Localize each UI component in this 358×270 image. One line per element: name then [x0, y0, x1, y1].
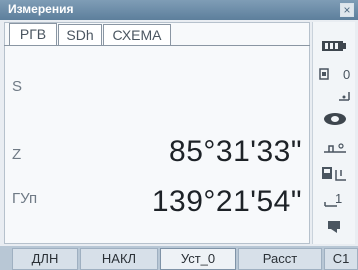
softkey-dln[interactable]: ДЛН [12, 248, 78, 270]
tab-label: СХЕМА [112, 27, 162, 43]
title-bar: Измерения × [0, 0, 358, 20]
softkey-rasst[interactable]: Расст [238, 248, 322, 270]
softkey-label: С1 [332, 251, 350, 266]
status-sidebar: 0 1 [312, 22, 355, 244]
softkey-label: Расст [262, 251, 298, 266]
compensator-icon [324, 143, 346, 153]
tilt-icon [339, 92, 350, 101]
tab-schema[interactable]: СХЕМА [103, 24, 171, 46]
softkey-label: Уст_0 [180, 251, 216, 266]
close-button[interactable]: × [340, 3, 354, 17]
input-mode-icon [322, 167, 346, 181]
row-value-z: 85°31'33" [169, 135, 302, 168]
page-number: 1 [335, 191, 343, 206]
scroll-page-icon[interactable] [327, 220, 343, 234]
softkey-nakl[interactable]: НАКЛ [80, 248, 158, 270]
tab-rgv[interactable]: РГВ [9, 23, 57, 46]
prism-constant-value: 0 [343, 67, 351, 82]
tab-label: SDh [66, 27, 94, 43]
softkey-label: ДЛН [31, 251, 59, 266]
window-title: Измерения [8, 2, 74, 16]
row-label-z: Z [12, 146, 22, 163]
softkey-c1[interactable]: С1 [324, 248, 358, 270]
softkey-ust0[interactable]: Уст_0 [160, 248, 236, 270]
battery-icon [322, 41, 346, 51]
row-label-hz: ГУп [12, 190, 38, 207]
tab-sdh[interactable]: SDh [58, 24, 102, 46]
prism-icon [319, 68, 329, 80]
softkey-label: НАКЛ [101, 251, 137, 266]
target-icon [324, 113, 346, 125]
tab-label: РГВ [19, 26, 47, 42]
tab-divider [4, 45, 310, 46]
row-label-s: S [12, 78, 23, 95]
row-value-hz: 139°21'54" [151, 185, 302, 218]
